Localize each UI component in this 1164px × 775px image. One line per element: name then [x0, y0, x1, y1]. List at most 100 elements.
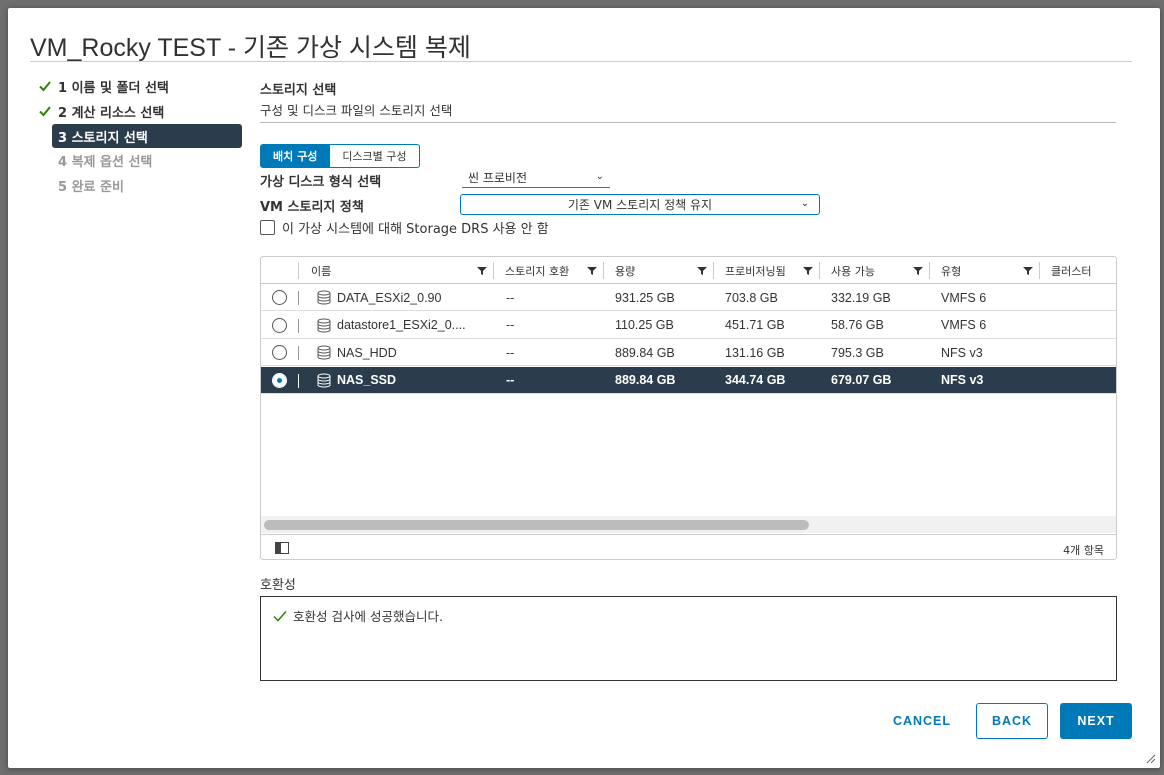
cell-compat: --: [506, 345, 515, 360]
horizontal-scrollbar[interactable]: [261, 516, 1116, 533]
filter-icon[interactable]: [1023, 266, 1033, 276]
cell-capacity: 889.84 GB: [615, 373, 676, 387]
row-separator: [298, 373, 299, 388]
row-separator: [298, 318, 299, 333]
cell-name: NAS_SSD: [337, 373, 397, 387]
grid-header: 이름 스토리지 호환 용량 프로비저닝됨 사용 가능 유형 클러스터: [261, 257, 1116, 284]
disable-drs-checkbox[interactable]: [260, 220, 275, 235]
row-separator: [298, 291, 299, 305]
filter-icon[interactable]: [697, 266, 707, 276]
cell-provisioned: 451.71 GB: [725, 318, 785, 332]
step-label: 5 완료 준비: [58, 180, 124, 195]
column-free[interactable]: 사용 가능: [819, 257, 929, 284]
compat-label: 호환성: [260, 578, 296, 593]
step-1-name-folder[interactable]: 1 이름 및 폴더 선택: [36, 74, 242, 99]
row-radio[interactable]: [272, 290, 287, 305]
datastore-icon: [317, 373, 331, 387]
next-button[interactable]: NEXT: [1060, 703, 1132, 739]
check-icon: [273, 610, 287, 622]
storage-policy-select[interactable]: 기존 VM 스토리지 정책 유지 ⌄: [460, 194, 820, 215]
title-divider: [30, 61, 1132, 62]
grid-footer: 4개 항목: [261, 534, 1116, 559]
storage-section: 스토리지 선택 구성 및 디스크 파일의 스토리지 선택 배치 구성 디스크별 …: [260, 74, 1116, 237]
cell-provisioned: 344.74 GB: [725, 373, 786, 387]
cancel-button[interactable]: CANCEL: [878, 703, 966, 739]
cell-compat: --: [506, 290, 515, 305]
cell-capacity: 110.25 GB: [615, 318, 674, 332]
storage-policy-value: 기존 VM 스토리지 정책 유지: [567, 198, 713, 212]
compat-box: 호환성 검사에 성공했습니다.: [260, 596, 1117, 681]
item-count: 4개 항목: [1063, 544, 1104, 557]
clone-vm-dialog: VM_Rocky TEST - 기존 가상 시스템 복제 1 이름 및 폴더 선…: [8, 8, 1160, 768]
column-provisioned[interactable]: 프로비저닝됨: [713, 257, 819, 284]
check-icon: [39, 81, 51, 92]
step-3-storage[interactable]: 3 스토리지 선택: [52, 124, 242, 148]
cell-type: VMFS 6: [941, 318, 987, 332]
cell-capacity: 931.25 GB: [615, 290, 675, 305]
step-label: 2 계산 리소스 선택: [58, 106, 165, 121]
column-name[interactable]: 이름: [298, 257, 493, 284]
row-radio[interactable]: [272, 372, 287, 388]
cell-free: 58.76 GB: [831, 318, 884, 332]
column-type[interactable]: 유형: [929, 257, 1039, 284]
section-subtitle: 구성 및 디스크 파일의 스토리지 선택: [260, 103, 453, 118]
filter-icon[interactable]: [913, 266, 923, 276]
disk-format-value: 씬 프로비전: [468, 171, 528, 185]
section-title: 스토리지 선택: [260, 83, 337, 98]
cell-capacity: 889.84 GB: [615, 345, 675, 360]
dialog-title: VM_Rocky TEST - 기존 가상 시스템 복제: [30, 34, 471, 62]
filter-icon[interactable]: [587, 266, 597, 276]
batch-config-button[interactable]: 배치 구성: [260, 144, 331, 168]
disable-drs-label: 이 가상 시스템에 대해 Storage DRS 사용 안 함: [282, 222, 549, 237]
step-4-clone-options: 4 복제 옵션 선택: [36, 148, 242, 173]
column-capacity[interactable]: 용량: [603, 257, 713, 284]
chevron-down-icon: ⌄: [595, 171, 604, 182]
cell-name: DATA_ESXi2_0.90: [337, 290, 442, 305]
step-label: 3 스토리지 선택: [58, 130, 148, 146]
cell-provisioned: 131.16 GB: [725, 345, 785, 360]
table-row[interactable]: NAS_SSD -- 889.84 GB 344.74 GB 679.07 GB NFS …: [261, 366, 1116, 394]
wizard-steps: 1 이름 및 폴더 선택 2 계산 리소스 선택 3 스토리지 선택 4 복제 …: [36, 74, 242, 198]
table-row[interactable]: DATA_ESXi2_0.90 -- 931.25 GB 703.8 GB 332.19…: [261, 284, 1116, 311]
column-storage-compat[interactable]: 스토리지 호환: [493, 257, 603, 284]
step-5-ready-complete: 5 완료 준비: [36, 173, 242, 198]
check-icon: [39, 106, 51, 117]
datastore-icon: [317, 290, 331, 305]
cell-free: 332.19 GB: [831, 290, 891, 305]
cell-provisioned: 703.8 GB: [725, 290, 778, 305]
section-divider: [260, 122, 1116, 123]
table-row[interactable]: datastore1_ESXi2_0.... -- 110.25 GB 451.71 …: [261, 312, 1116, 339]
datastore-icon: [317, 345, 331, 360]
disk-format-select[interactable]: 씬 프로비전 ⌄: [462, 168, 610, 188]
scrollbar-thumb[interactable]: [264, 520, 809, 530]
cell-name: datastore1_ESXi2_0....: [337, 318, 466, 332]
column-cluster[interactable]: 클러스터: [1039, 257, 1116, 284]
cell-type: VMFS 6: [941, 290, 987, 305]
resize-handle-icon[interactable]: [1146, 754, 1156, 764]
table-row[interactable]: NAS_HDD -- 889.84 GB 131.16 GB 795.3 GB NFS v…: [261, 339, 1116, 366]
cell-type: NFS v3: [941, 373, 984, 387]
row-radio[interactable]: [272, 317, 287, 333]
config-mode-toggle: 배치 구성 디스크별 구성: [260, 144, 420, 168]
storage-policy-label: VM 스토리지 정책: [260, 200, 364, 215]
compat-message: 호환성 검사에 성공했습니다.: [273, 606, 443, 625]
cell-compat: --: [506, 318, 515, 332]
datastore-icon: [317, 318, 331, 332]
per-disk-config-button[interactable]: 디스크별 구성: [330, 144, 420, 168]
compat-message-text: 호환성 검사에 성공했습니다.: [293, 609, 443, 624]
column-toggle-icon[interactable]: [275, 542, 289, 554]
step-label: 4 복제 옵션 선택: [58, 155, 153, 170]
datastore-grid: 이름 스토리지 호환 용량 프로비저닝됨 사용 가능 유형 클러스터 DATA_…: [260, 256, 1117, 560]
row-separator: [298, 346, 299, 360]
step-label: 1 이름 및 폴더 선택: [58, 81, 169, 96]
cell-compat: --: [506, 373, 515, 387]
row-radio[interactable]: [272, 345, 287, 360]
filter-icon[interactable]: [803, 266, 813, 276]
filter-icon[interactable]: [477, 266, 487, 276]
back-button[interactable]: BACK: [976, 703, 1048, 739]
disable-drs-option[interactable]: 이 가상 시스템에 대해 Storage DRS 사용 안 함: [260, 218, 549, 237]
cell-type: NFS v3: [941, 345, 983, 360]
chevron-down-icon: ⌄: [800, 198, 809, 209]
step-2-compute-resource[interactable]: 2 계산 리소스 선택: [36, 99, 242, 124]
disk-format-label: 가상 디스크 형식 선택: [260, 175, 382, 190]
